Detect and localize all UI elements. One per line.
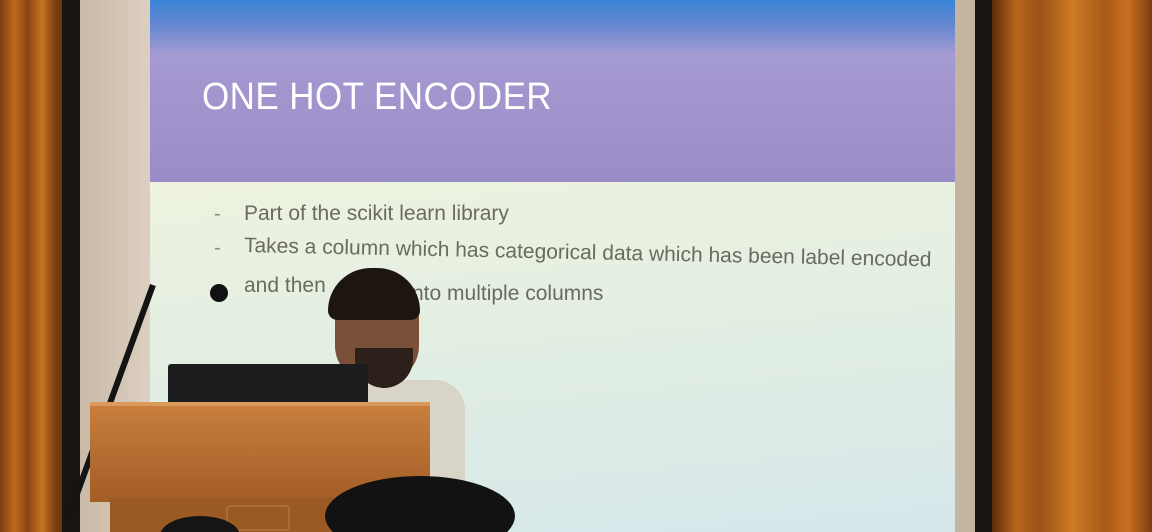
bullet-continuation-right: nto multiple columns bbox=[412, 282, 604, 305]
microphone-icon bbox=[210, 284, 228, 302]
laptop-icon bbox=[168, 364, 368, 404]
right-wall bbox=[955, 0, 977, 532]
slide-title: ONE HOT ENCODER bbox=[202, 76, 553, 118]
bullet-continuation-left: and then bbox=[244, 274, 326, 297]
bullet-marker: - bbox=[214, 203, 221, 225]
bullet-marker: - bbox=[214, 237, 221, 259]
photo-scene: ONE HOT ENCODER - Part of the scikit lea… bbox=[0, 0, 1152, 532]
right-curtain bbox=[992, 0, 1152, 532]
left-curtain bbox=[0, 0, 70, 532]
bullet-text: Part of the scikit learn library bbox=[244, 202, 509, 225]
left-frame bbox=[62, 0, 80, 532]
